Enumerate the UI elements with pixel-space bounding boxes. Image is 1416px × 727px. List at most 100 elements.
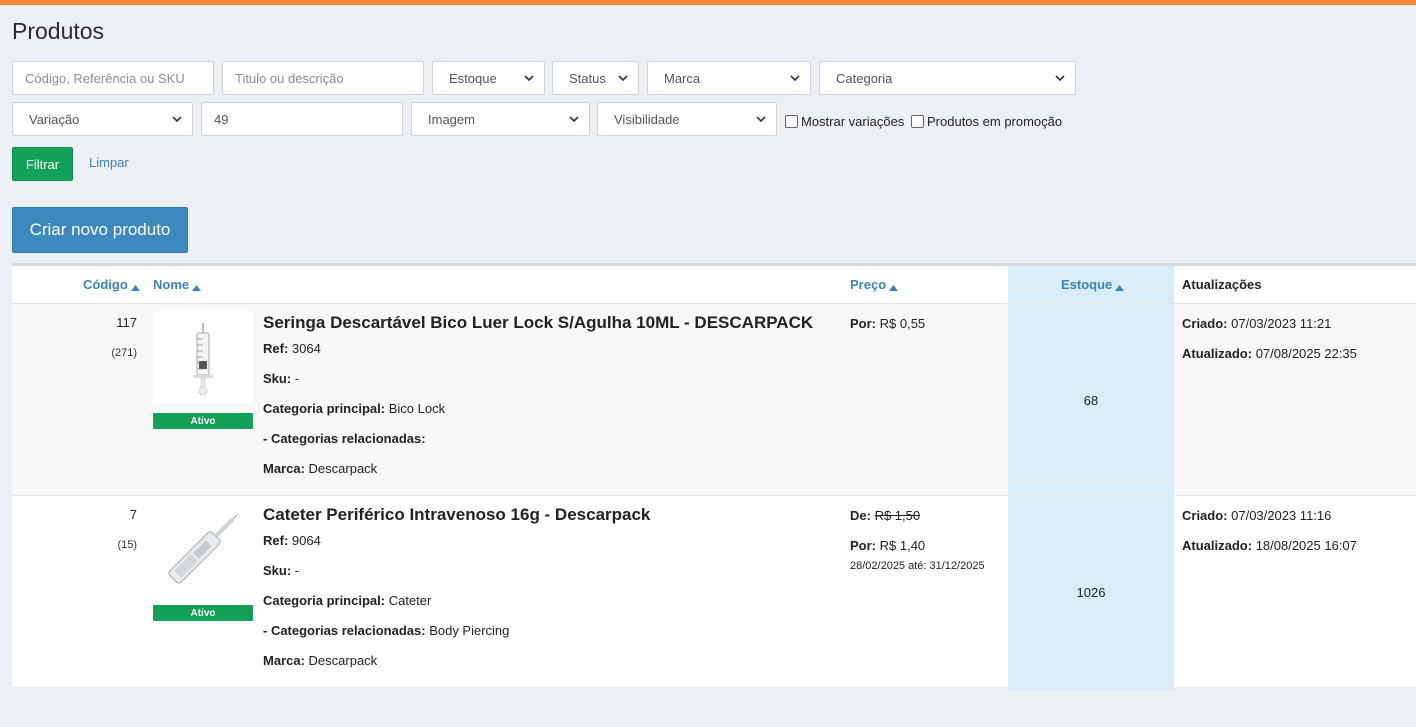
chevron-down-icon [618,73,628,83]
status-badge: Ativo [153,605,253,621]
product-related-categories: - Categorias relacionadas: Body Piercing [263,623,509,638]
product-count: (271) [111,347,137,359]
sort-asc-icon [192,279,202,291]
sku-value: - [294,371,300,386]
product-main-category: Categoria principal: Bico Lock [263,401,445,416]
stock-select-label: Estoque [449,70,497,86]
show-variations-checkbox[interactable]: Mostrar variações [785,114,904,129]
product-image[interactable] [153,503,253,595]
product-related-categories: - Categorias relacionadas: [263,431,426,446]
create-product-button[interactable]: Criar novo produto [12,207,188,253]
ref-value: 9064 [291,533,321,548]
stock-select[interactable]: Estoque [432,61,545,95]
promo-products-label: Produtos em promoção [927,114,1063,129]
show-variations-label: Mostrar variações [801,114,905,129]
brand-label: Marca: [263,653,305,668]
related-categories-label: - Categorias relacionadas: [263,431,426,446]
product-ref: Ref: 9064 [263,533,321,548]
ref-label: Ref: [263,341,289,356]
visibility-select-label: Visibilidade [614,111,680,127]
product-count: (15) [117,539,137,551]
header-code[interactable]: Código [83,266,140,303]
chevron-down-icon [569,114,579,124]
filter-button[interactable]: Filtrar [12,147,73,181]
price-de-label: De: [850,508,871,523]
price-por-value: R$ 0,55 [879,316,926,331]
header-name[interactable]: Nome [153,266,202,303]
top-accent-bar [0,0,1416,5]
product-brand: Marca: Descarpack [263,461,377,476]
created-label: Criado: [1182,316,1228,331]
main-category-value: Cateter [388,593,432,608]
product-name[interactable]: Cateter Periférico Intravenoso 16g - Des… [263,505,650,525]
sku-value: - [294,563,300,578]
variation-select[interactable]: Variação [12,102,193,136]
product-main-category: Categoria principal: Cateter [263,593,431,608]
brand-value: Descarpack [308,461,378,476]
updated-value: 18/08/2025 16:07 [1255,538,1357,553]
header-price-label: Preço [850,277,887,292]
code-search-input[interactable]: Código, Referência ou SKU [12,61,214,95]
status-badge: Ativo [153,413,253,429]
created-value: 07/03/2023 11:16 [1231,508,1332,523]
product-sku: Sku: - [263,371,299,386]
category-select[interactable]: Categoria [819,61,1076,95]
products-table: Código Nome Preço Estoque Atualizações 1… [12,263,1416,690]
price-por-label: Por: [850,316,876,331]
header-code-label: Código [83,277,128,292]
product-ref: Ref: 3064 [263,341,321,356]
promo-products-checkbox[interactable]: Produtos em promoção [911,114,1062,129]
clear-filters-link[interactable]: Limpar [89,155,129,170]
chevron-down-icon [1055,73,1065,83]
syringe-icon [193,323,213,396]
brand-select[interactable]: Marca [647,61,811,95]
stock-value: 1026 [1076,585,1106,600]
image-select[interactable]: Imagem [411,102,590,136]
status-select[interactable]: Status [552,61,639,95]
checkbox-box[interactable] [785,115,798,128]
checkbox-box[interactable] [911,115,924,128]
category-select-label: Categoria [836,70,893,86]
visibility-select[interactable]: Visibilidade [597,102,777,136]
chevron-down-icon [524,73,534,83]
updated-date: Atualizado: 18/08/2025 16:07 [1182,538,1357,553]
product-name[interactable]: Seringa Descartável Bico Luer Lock S/Agu… [263,313,813,333]
variation-select-label: Variação [29,111,80,127]
brand-value: Descarpack [308,653,378,668]
main-category-label: Categoria principal: [263,593,386,608]
created-date: Criado: 07/03/2023 11:16 [1182,508,1331,523]
product-brand: Marca: Descarpack [263,653,377,668]
status-select-label: Status [569,70,606,86]
chevron-down-icon [756,114,766,124]
per-page-input[interactable]: 49 [201,102,403,136]
brand-select-label: Marca [664,70,701,86]
price-de: De: R$ 1,50 [850,508,920,523]
header-updates-label: Atualizações [1182,277,1262,292]
sort-asc-icon [1115,279,1125,291]
created-value: 07/03/2023 11:21 [1231,316,1332,331]
product-sku: Sku: - [263,563,299,578]
product-code[interactable]: 117 [116,315,137,330]
main-category-value: Bico Lock [388,401,446,416]
brand-label: Marca: [263,461,305,476]
sku-label: Sku: [263,563,292,578]
sort-asc-icon [130,279,140,291]
related-categories-value: Body Piercing [429,623,510,638]
price-de-value: R$ 1,50 [874,508,921,523]
catheter-icon [168,514,238,584]
chevron-down-icon [790,73,800,83]
title-search-input[interactable]: Titulo ou descrição [222,61,424,95]
created-date: Criado: 07/03/2023 11:21 [1182,316,1331,331]
page-title: Produtos [12,18,105,44]
sort-asc-icon [889,279,899,291]
product-image[interactable] [153,311,253,403]
product-code[interactable]: 7 [130,507,137,522]
header-stock[interactable]: Estoque [1061,266,1125,303]
main-category-label: Categoria principal: [263,401,386,416]
price-date-range: 28/02/2025 até: 31/12/2025 [850,560,985,572]
header-price[interactable]: Preço [850,266,899,303]
price-por-label: Por: [850,538,876,553]
header-stock-label: Estoque [1061,277,1113,292]
related-categories-label: - Categorias relacionadas: [263,623,426,638]
updated-value: 07/08/2025 22:35 [1255,346,1357,361]
